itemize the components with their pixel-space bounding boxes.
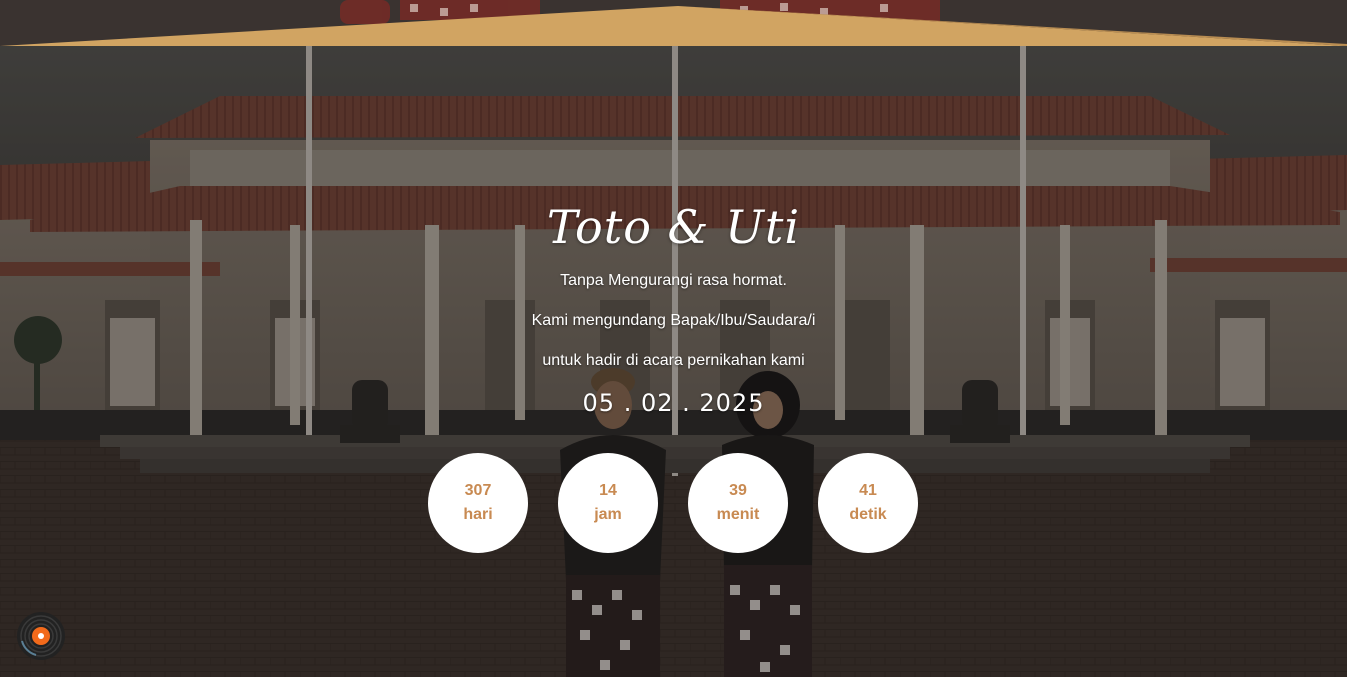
- countdown-value: 307: [464, 482, 492, 499]
- countdown-hours: 14 jam: [558, 453, 658, 553]
- music-toggle-button[interactable]: [16, 611, 66, 661]
- greeting-line: Tanpa Mengurangi rasa hormat.: [560, 272, 787, 289]
- countdown-unit: jam: [594, 506, 622, 523]
- countdown-value: 14: [599, 482, 617, 499]
- countdown-value: 41: [859, 482, 877, 499]
- countdown-unit: menit: [716, 506, 760, 523]
- hero-content: Toto & Uti Tanpa Mengurangi rasa hormat.…: [0, 0, 1347, 677]
- invitation-line: Kami mengundang Bapak/Ibu/Saudara/i: [531, 312, 816, 329]
- couple-names-title: Toto & Uti: [546, 200, 801, 254]
- countdown-timer: 307 hari 14 jam 39 menit 41 detik: [428, 453, 919, 553]
- countdown-value: 39: [729, 482, 747, 499]
- attendance-line: untuk hadir di acara pernikahan kami: [542, 352, 805, 369]
- countdown-days: 307 hari: [428, 453, 528, 553]
- countdown-unit: hari: [463, 506, 493, 523]
- countdown-unit: detik: [849, 506, 887, 523]
- wedding-date: 05 . 02 . 2025: [582, 389, 765, 417]
- vinyl-record-icon: [17, 612, 65, 660]
- countdown-minutes: 39 menit: [688, 453, 788, 553]
- countdown-seconds: 41 detik: [818, 453, 918, 553]
- wedding-invitation-page: Toto & Uti Tanpa Mengurangi rasa hormat.…: [0, 0, 1347, 677]
